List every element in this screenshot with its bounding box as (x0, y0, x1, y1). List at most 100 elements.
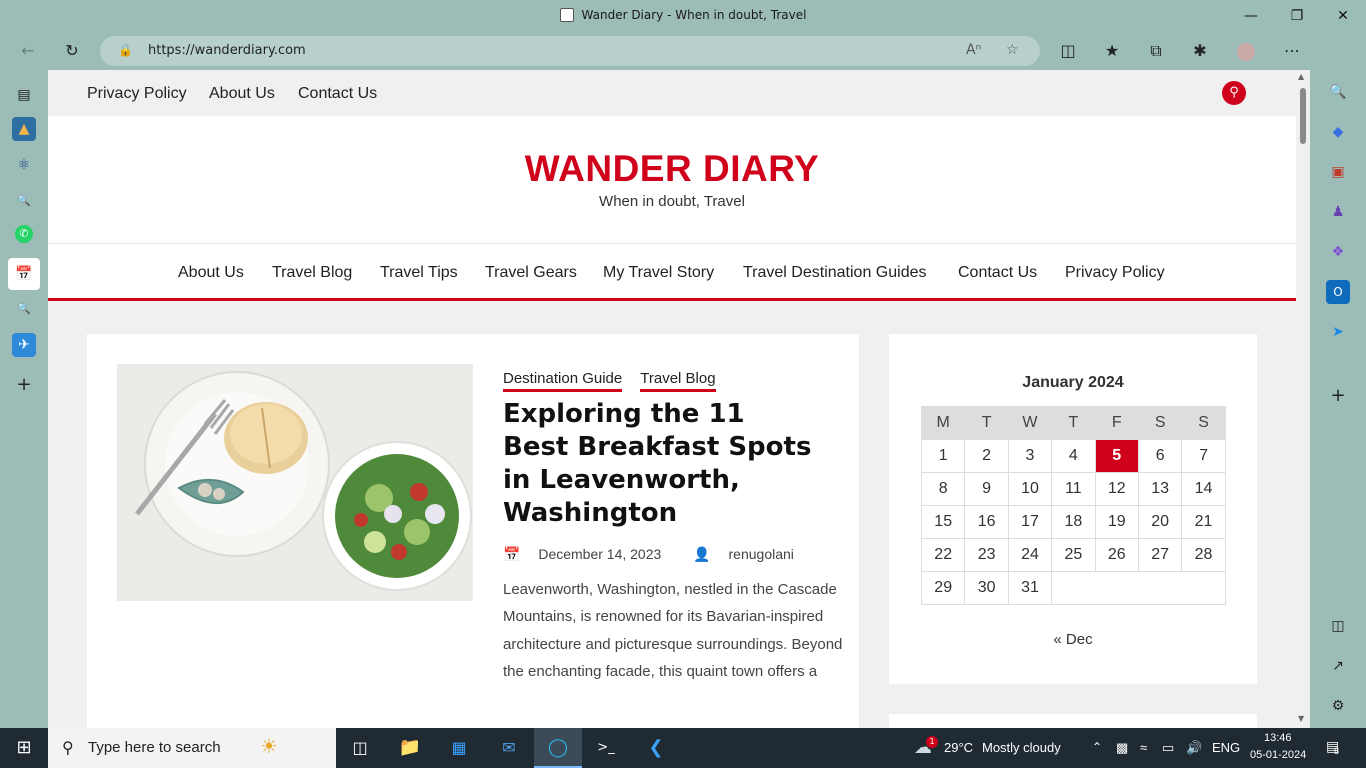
nav-my-travel-story[interactable]: My Travel Story (603, 264, 714, 282)
notification-count: 8 (1334, 746, 1340, 756)
weekday-header: F (1094, 406, 1139, 440)
calendar-day: 4 (1051, 439, 1096, 473)
terminal-icon[interactable]: >_ (592, 728, 620, 768)
shopping-tag-icon[interactable]: ◆ (1326, 120, 1350, 144)
window-titlebar: Wander Diary - When in doubt, Travel — ❐… (0, 0, 1366, 32)
search-icon[interactable]: 🔍 (1326, 80, 1350, 104)
edge-taskbar-icon[interactable]: ◯ (534, 728, 582, 768)
address-bar[interactable]: 🔒 https://wanderdiary.com Aⁿ ☆ (100, 36, 1040, 66)
minimize-button[interactable]: — (1236, 5, 1266, 27)
mail-icon[interactable]: ✉ (495, 728, 523, 768)
extensions-icon[interactable]: ✱ (1186, 38, 1214, 64)
site-search-button[interactable]: ⚲ (1222, 81, 1246, 105)
tools-icon[interactable]: ▣ (1326, 160, 1350, 184)
send-icon[interactable]: ➤ (1326, 320, 1350, 344)
restore-button[interactable]: ❐ (1282, 5, 1312, 27)
site-tagline: When in doubt, Travel (599, 193, 745, 210)
meet-now-icon[interactable]: ▩ (1116, 740, 1128, 756)
taskbar-search-box[interactable]: ⚲ Type here to search ☀ (48, 728, 336, 768)
collections-icon[interactable]: ⧉ (1142, 38, 1170, 64)
nav-about-us[interactable]: About Us (178, 264, 244, 282)
tab-icon-2[interactable]: ⚛ (12, 153, 36, 177)
post-author[interactable]: renugolani (729, 546, 794, 562)
weather-cloud-icon[interactable]: ☁ 1 (908, 728, 938, 768)
weekday-header: S (1137, 406, 1183, 440)
games-icon[interactable]: ♟ (1326, 200, 1350, 224)
new-tab-button[interactable]: + (12, 373, 36, 397)
refresh-button[interactable]: ↻ (58, 38, 86, 64)
clock-time[interactable]: 13:46 (1264, 732, 1292, 744)
post-featured-image[interactable] (117, 364, 473, 601)
scrollbar-thumb[interactable] (1300, 88, 1306, 144)
clock-date[interactable]: 05-01-2024 (1250, 749, 1306, 761)
weather-desc[interactable]: Mostly cloudy (982, 740, 1061, 755)
scroll-up-arrow-icon[interactable]: ▲ (1298, 72, 1304, 81)
task-view-icon[interactable]: ◫ (346, 728, 374, 768)
post-title[interactable]: Exploring the 11 Best Breakfast Spots in… (503, 398, 813, 530)
post-date[interactable]: December 14, 2023 (538, 546, 661, 562)
nav-travel-blog[interactable]: Travel Blog (272, 264, 352, 282)
outlook-icon[interactable]: O (1326, 280, 1350, 304)
profile-avatar[interactable] (1232, 38, 1260, 64)
favorites-icon[interactable]: ★ (1098, 38, 1126, 64)
open-external-icon[interactable]: ↗ (1326, 654, 1350, 678)
main-navigation: About Us Travel Blog Travel Tips Travel … (48, 244, 1296, 301)
calendar-day: 18 (1051, 505, 1096, 539)
vscode-icon[interactable]: ❮ (642, 728, 670, 768)
tab-search-icon-2[interactable]: 🔍 (12, 297, 36, 321)
split-screen-icon[interactable]: ◫ (1054, 38, 1082, 64)
nav-travel-destination-guides[interactable]: Travel Destination Guides (743, 264, 927, 282)
nav-privacy-policy[interactable]: Privacy Policy (1065, 264, 1165, 282)
vertical-tabs-sidebar: ▤ ▲ ⚛ 🔍 ✆ 📅 🔍 ✈ + (0, 70, 48, 728)
nav-travel-tips[interactable]: Travel Tips (380, 264, 458, 282)
notification-center-icon[interactable]: ▤ 8 (1326, 738, 1340, 756)
add-sidebar-app-button[interactable]: + (1326, 384, 1350, 408)
calendar-week-row: 8 9 10 11 12 13 14 (920, 472, 1226, 506)
tab-actions-icon[interactable]: ▤ (12, 83, 36, 107)
tab-icon-3[interactable]: ✈ (12, 333, 36, 357)
calendar-day: 22 (920, 538, 966, 572)
weather-temp[interactable]: 29°C (944, 740, 973, 755)
tab-icon-1[interactable]: ▲ (12, 117, 36, 141)
microsoft-store-icon[interactable]: ▦ (445, 728, 473, 768)
category-destination-guide[interactable]: Destination Guide (503, 370, 623, 392)
copilot-sidebar-icon[interactable]: ❖ (1326, 240, 1350, 264)
topnav-contact-us[interactable]: Contact Us (298, 85, 377, 103)
read-aloud-icon[interactable]: Aⁿ (966, 42, 981, 58)
nav-travel-gears[interactable]: Travel Gears (485, 264, 577, 282)
battery-icon[interactable]: ▭ (1162, 740, 1174, 756)
category-travel-blog[interactable]: Travel Blog (640, 370, 716, 392)
window-title: Wander Diary - When in doubt, Travel (581, 8, 807, 22)
search-icon: ⚲ (62, 738, 74, 757)
nav-contact-us[interactable]: Contact Us (958, 264, 1037, 282)
calendar-day: 19 (1094, 505, 1139, 539)
back-button[interactable]: ← (14, 38, 42, 64)
topnav-about-us[interactable]: About Us (209, 85, 275, 103)
whatsapp-tab-icon[interactable]: ✆ (15, 225, 33, 243)
calendar-week-row: 22 23 24 25 26 27 28 (920, 538, 1226, 572)
input-language[interactable]: ENG (1212, 740, 1240, 755)
calendar-week-row: 1234567 (920, 439, 1226, 473)
page-scrollbar[interactable]: ▲ ▼ (1296, 70, 1310, 728)
calendar-day: 6 (1137, 439, 1183, 473)
network-icon[interactable]: ≈ (1140, 740, 1147, 755)
active-tab-icon[interactable]: 📅 (8, 258, 40, 290)
settings-gear-icon[interactable]: ⚙ (1326, 694, 1350, 718)
weekday-header: M (920, 406, 966, 440)
favorite-star-icon[interactable]: ☆ (1006, 42, 1019, 58)
more-menu-icon[interactable]: ⋯ (1278, 38, 1306, 64)
site-header: WANDER DIARY When in doubt, Travel (48, 116, 1296, 244)
start-button[interactable]: ⊞ (0, 728, 48, 768)
topnav-privacy-policy[interactable]: Privacy Policy (87, 85, 187, 103)
volume-icon[interactable]: 🔊 (1186, 740, 1202, 756)
scroll-down-arrow-icon[interactable]: ▼ (1298, 714, 1304, 723)
calendar-day: 2 (964, 439, 1009, 473)
close-button[interactable]: ✕ (1328, 5, 1358, 27)
calendar-day-today[interactable]: 5 (1094, 439, 1139, 473)
site-title[interactable]: WANDER DIARY (48, 148, 1296, 190)
show-hidden-icons-chevron-icon[interactable]: ⌃ (1092, 740, 1102, 754)
file-explorer-icon[interactable]: 📁 (396, 728, 424, 768)
sidebar-layout-icon[interactable]: ◫ (1326, 614, 1350, 638)
calendar-prev-link[interactable]: « Dec (889, 631, 1257, 648)
tab-search-icon[interactable]: 🔍 (12, 189, 36, 213)
